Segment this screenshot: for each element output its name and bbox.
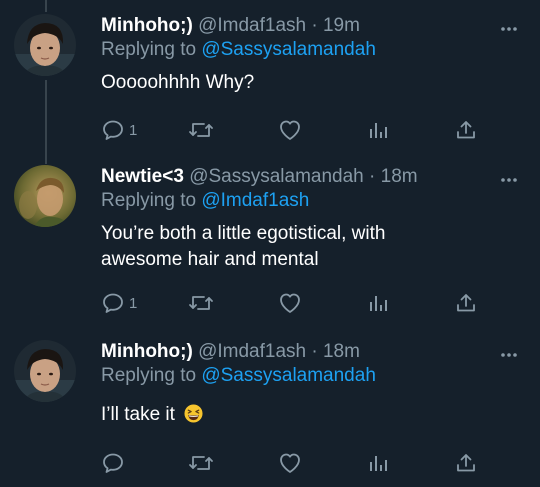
more-icon[interactable] [498,344,520,366]
user-handle[interactable]: @Imdaf1ash [198,341,306,362]
share-icon [457,294,475,312]
tweet-text-line-1: You’re both a little egotistical, with [101,223,386,244]
tweet-actions [101,450,481,476]
display-name[interactable]: Minhoho;) [101,341,193,362]
tweet-header: Minhoho;) @Imdaf1ash · 18m [101,340,524,364]
retweet-button[interactable] [188,117,214,143]
separator-dot: · [311,15,318,36]
retweet-icon [189,296,213,310]
replying-to: Replying to @Sassysalamandah [101,38,524,62]
reply-icon [103,120,123,140]
analytics-icon [370,456,387,471]
reply-count: 1 [129,294,138,312]
share-button[interactable] [454,117,478,143]
grinning-squinting-face-emoji [184,404,203,423]
reply-icon [103,453,123,473]
replying-mention[interactable]: @Sassysalamandah [201,365,376,386]
reply-button[interactable] [101,450,129,476]
tweet-2[interactable]: Newtie<3 @Sassysalamandah · 18m Replying… [0,165,540,335]
retweet-icon [189,123,213,137]
share-icon [457,454,475,472]
display-name[interactable]: Minhoho;) [101,15,193,36]
more-icon[interactable] [498,18,520,40]
like-button[interactable] [277,450,303,476]
retweet-button[interactable] [188,290,214,316]
tweet-header: Newtie<3 @Sassysalamandah · 18m [101,165,524,189]
avatar-newt[interactable] [14,165,76,227]
tweet-text-content: I’ll take it [101,404,175,425]
analytics-icon [370,123,387,138]
more-icon[interactable] [498,169,520,191]
tweet-text: Ooooohhhh Why? [101,72,255,93]
tweet-header: Minhoho;) @Imdaf1ash · 19m [101,14,524,38]
replying-prefix: Replying to [101,39,197,60]
tweet-actions: 1 [101,117,481,143]
user-handle[interactable]: @Imdaf1ash [198,15,306,36]
tweet-text: You’re both a little egotistical, with a… [101,221,524,273]
heart-icon [280,293,300,313]
display-name[interactable]: Newtie<3 [101,166,184,187]
tweet-3[interactable]: Minhoho;) @Imdaf1ash · 18m Replying to @… [0,340,540,487]
separator-dot: · [311,341,318,362]
retweet-button[interactable] [188,450,214,476]
tweet-1[interactable]: Minhoho;) @Imdaf1ash · 19m Replying to @… [0,0,540,165]
reply-count: 1 [129,121,138,139]
timestamp[interactable]: 18m [381,166,418,187]
avatar-minho[interactable] [14,340,76,402]
heart-icon [280,120,300,140]
share-button[interactable] [454,450,478,476]
timestamp[interactable]: 18m [323,341,360,362]
replying-to: Replying to @Sassysalamandah [101,364,524,388]
avatar-minho[interactable] [14,14,76,76]
heart-icon [280,453,300,473]
reply-icon [103,293,123,313]
like-button[interactable] [277,117,303,143]
like-button[interactable] [277,290,303,316]
retweet-icon [189,456,213,470]
replying-to: Replying to @Imdaf1ash [101,189,524,213]
separator-dot: · [369,166,376,187]
reply-button[interactable]: 1 [101,290,137,316]
share-icon [457,121,475,139]
reply-button[interactable]: 1 [101,117,137,143]
analytics-button[interactable] [367,117,389,143]
analytics-button[interactable] [367,450,389,476]
analytics-icon [370,296,387,311]
replying-mention[interactable]: @Sassysalamandah [201,39,376,60]
analytics-button[interactable] [367,290,389,316]
tweet-text-line-2: awesome hair and mental [101,249,319,270]
replying-mention[interactable]: @Imdaf1ash [201,190,309,211]
share-button[interactable] [454,290,478,316]
replying-prefix: Replying to [101,190,197,211]
replying-prefix: Replying to [101,365,197,386]
tweet-actions: 1 [101,290,481,316]
tweet-text: I’ll take it [101,402,524,428]
user-handle[interactable]: @Sassysalamandah [189,166,364,187]
timestamp[interactable]: 19m [323,15,360,36]
